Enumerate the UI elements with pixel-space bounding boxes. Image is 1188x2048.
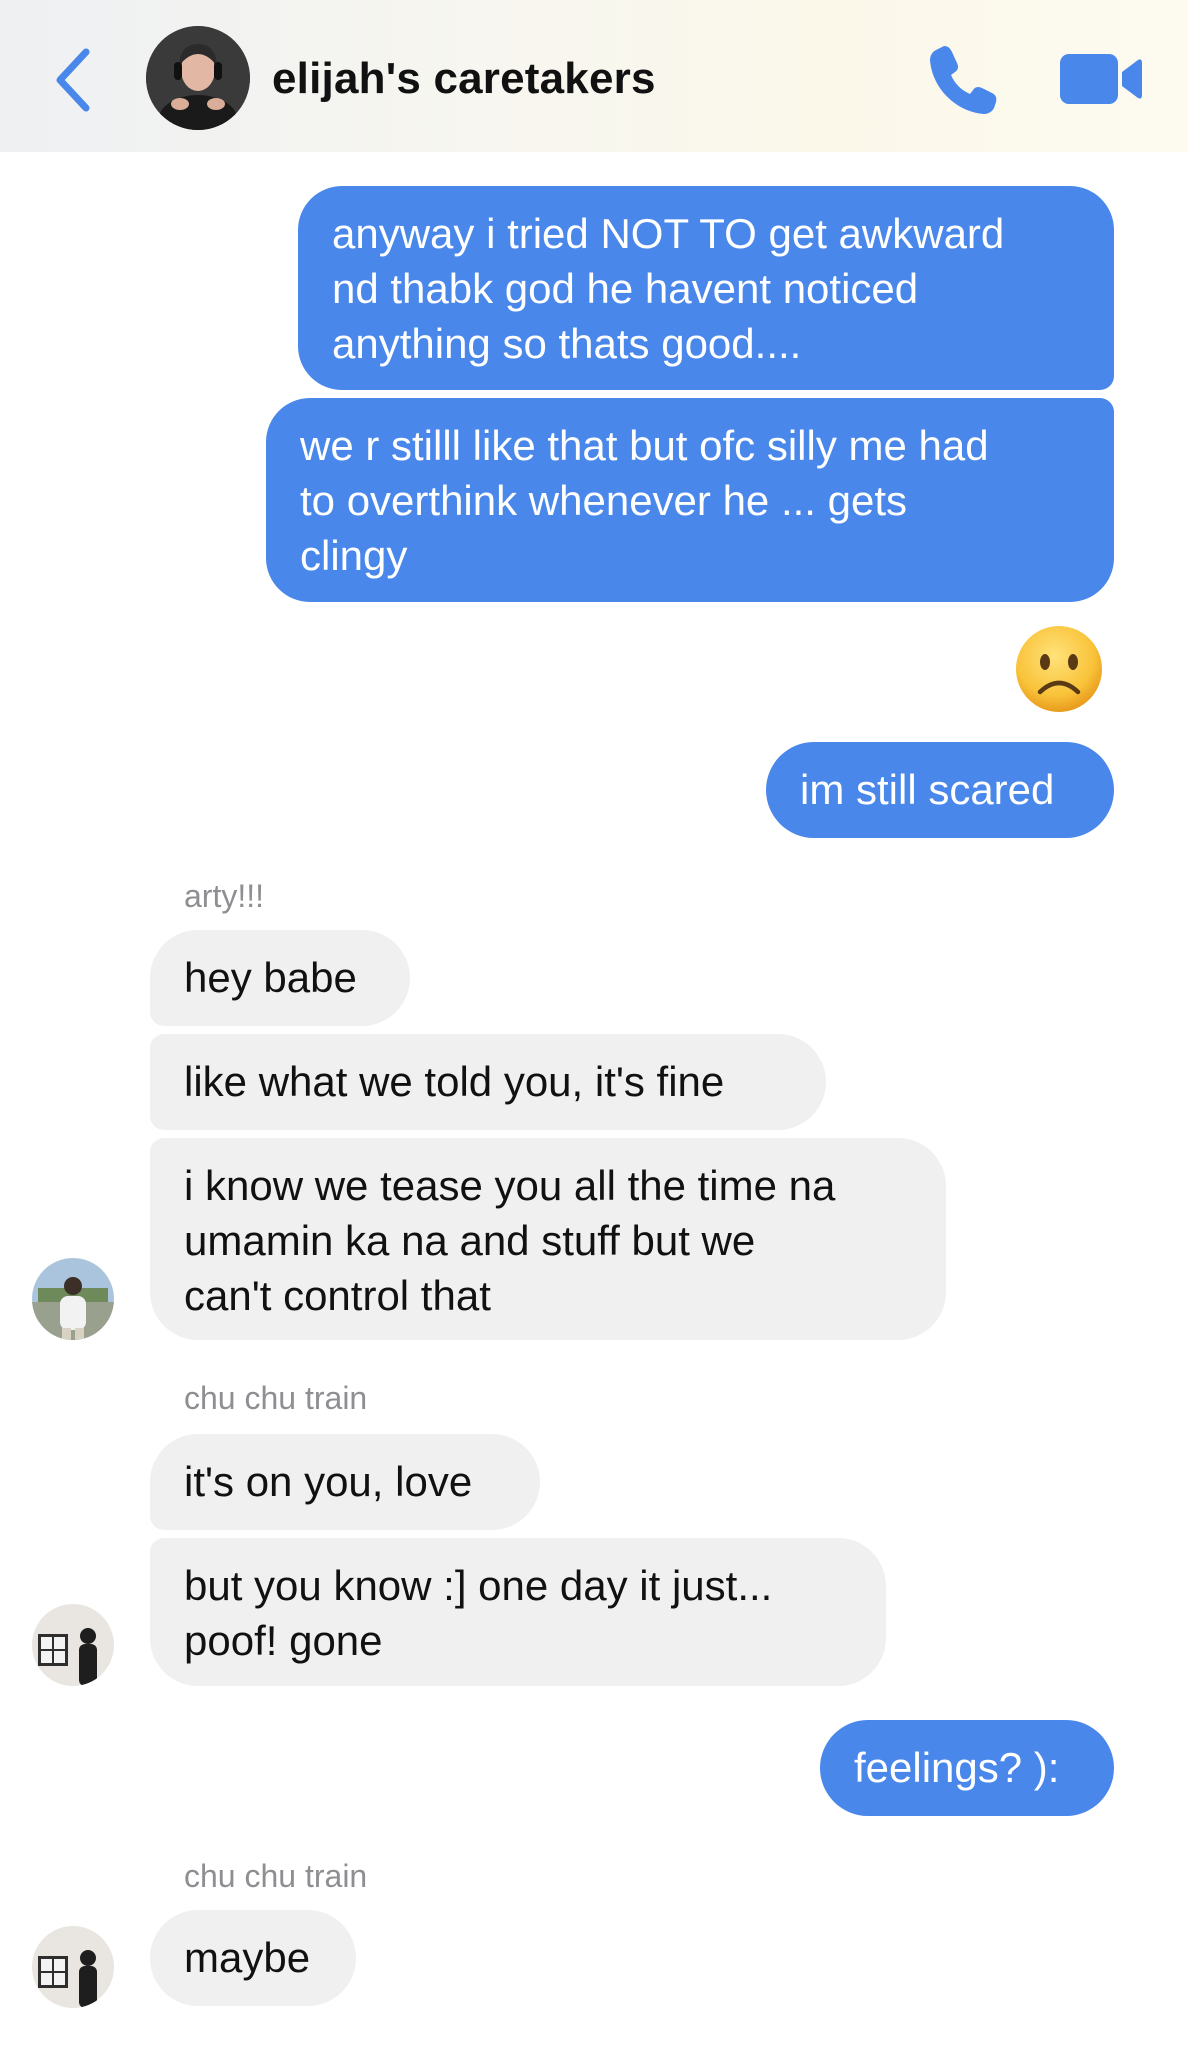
sender-avatar-image xyxy=(32,1926,114,2008)
chat-title[interactable]: elijah's caretakers xyxy=(272,54,656,104)
sender-avatar-image xyxy=(32,1258,114,1340)
message-bubble-outgoing[interactable]: we r stilll like that but ofc silly me h… xyxy=(266,398,1114,602)
back-button[interactable] xyxy=(44,44,100,116)
chevron-left-icon xyxy=(56,48,90,112)
group-avatar-image xyxy=(146,26,250,130)
message-bubble-outgoing[interactable]: anyway i tried NOT TO get awkward nd tha… xyxy=(298,186,1114,390)
video-call-button[interactable] xyxy=(1058,50,1144,108)
phone-icon xyxy=(930,46,997,114)
group-avatar[interactable] xyxy=(146,26,250,130)
message-bubble-incoming[interactable]: like what we told you, it's fine xyxy=(150,1034,826,1130)
message-bubble-incoming[interactable]: i know we tease you all the time na umam… xyxy=(150,1138,946,1340)
sender-name: chu chu train xyxy=(184,1858,368,1894)
sender-avatar-image xyxy=(32,1604,114,1686)
sender-avatar[interactable] xyxy=(32,1258,114,1340)
sender-avatar[interactable] xyxy=(32,1604,114,1686)
call-button[interactable] xyxy=(926,42,1000,116)
message-bubble-incoming[interactable]: it's on you, love xyxy=(150,1434,540,1530)
message-bubble-incoming[interactable]: hey babe xyxy=(150,930,410,1026)
sad-face-emoji[interactable] xyxy=(1014,624,1104,714)
sender-name: chu chu train xyxy=(184,1380,368,1416)
message-bubble-outgoing[interactable]: im still scared xyxy=(766,742,1114,838)
message-bubble-outgoing[interactable]: feelings? ): xyxy=(820,1720,1114,1816)
chat-header: elijah's caretakers xyxy=(0,0,1188,152)
video-camera-icon xyxy=(1060,54,1142,104)
message-bubble-incoming[interactable]: maybe xyxy=(150,1910,356,2006)
sad-face-icon xyxy=(1016,626,1102,712)
message-bubble-incoming[interactable]: but you know :] one day it just... poof!… xyxy=(150,1538,886,1686)
sender-avatar[interactable] xyxy=(32,1926,114,2008)
sender-name: arty!!! xyxy=(184,878,265,914)
